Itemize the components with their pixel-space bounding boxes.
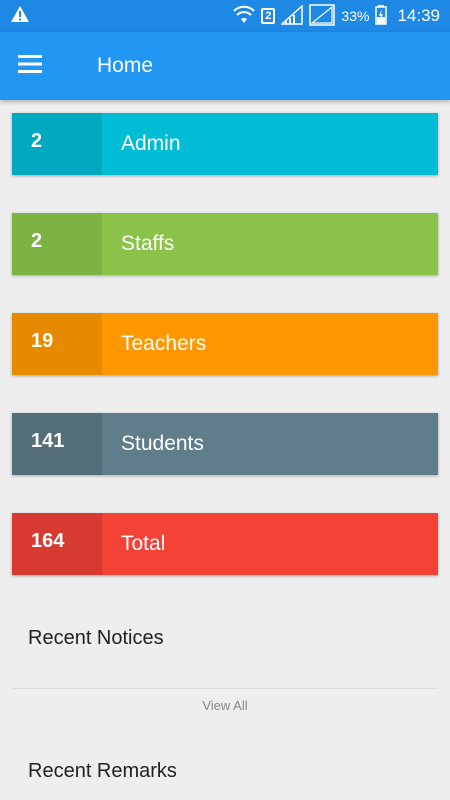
warning-icon <box>10 5 30 28</box>
stat-card-total[interactable]: 164 Total <box>12 513 438 575</box>
stat-card-staffs[interactable]: 2 Staffs <box>12 213 438 275</box>
signal-icon-2 <box>309 3 336 29</box>
status-left <box>10 5 233 28</box>
stat-card-admin[interactable]: 2 Admin <box>12 113 438 175</box>
home-content: 2 Admin 2 Staffs 19 Teachers 141 Student… <box>0 100 450 800</box>
status-bar: 2 33% 14:39 <box>0 0 450 32</box>
wifi-icon <box>233 5 256 28</box>
status-right: 2 33% 14:39 <box>233 3 440 29</box>
recent-notices-title: Recent Notices <box>28 627 164 649</box>
app-bar: Home <box>0 32 450 100</box>
stat-count: 164 <box>12 513 102 575</box>
battery-icon <box>375 4 388 28</box>
stat-label: Total <box>102 513 438 575</box>
stat-count: 141 <box>12 413 102 475</box>
signal-icon <box>280 3 304 28</box>
recent-remarks-title: Recent Remarks <box>28 760 177 782</box>
stat-label: Students <box>102 413 438 475</box>
stat-label: Admin <box>102 113 438 175</box>
stat-count: 19 <box>12 313 102 375</box>
sim-slot-badge: 2 <box>261 8 276 24</box>
hamburger-menu-button[interactable] <box>0 32 60 100</box>
stat-label: Staffs <box>102 213 438 275</box>
view-all-notices-link[interactable]: View All <box>0 698 450 713</box>
clock-time: 14:39 <box>397 6 440 25</box>
stat-count: 2 <box>12 113 102 175</box>
stat-card-students[interactable]: 141 Students <box>12 413 438 475</box>
hamburger-menu-icon <box>18 54 42 78</box>
stat-label: Teachers <box>102 313 438 375</box>
battery-percent: 33% <box>341 8 370 24</box>
notices-divider <box>12 688 438 689</box>
stat-count: 2 <box>12 213 102 275</box>
page-title: Home <box>97 54 154 77</box>
stat-card-teachers[interactable]: 19 Teachers <box>12 313 438 375</box>
